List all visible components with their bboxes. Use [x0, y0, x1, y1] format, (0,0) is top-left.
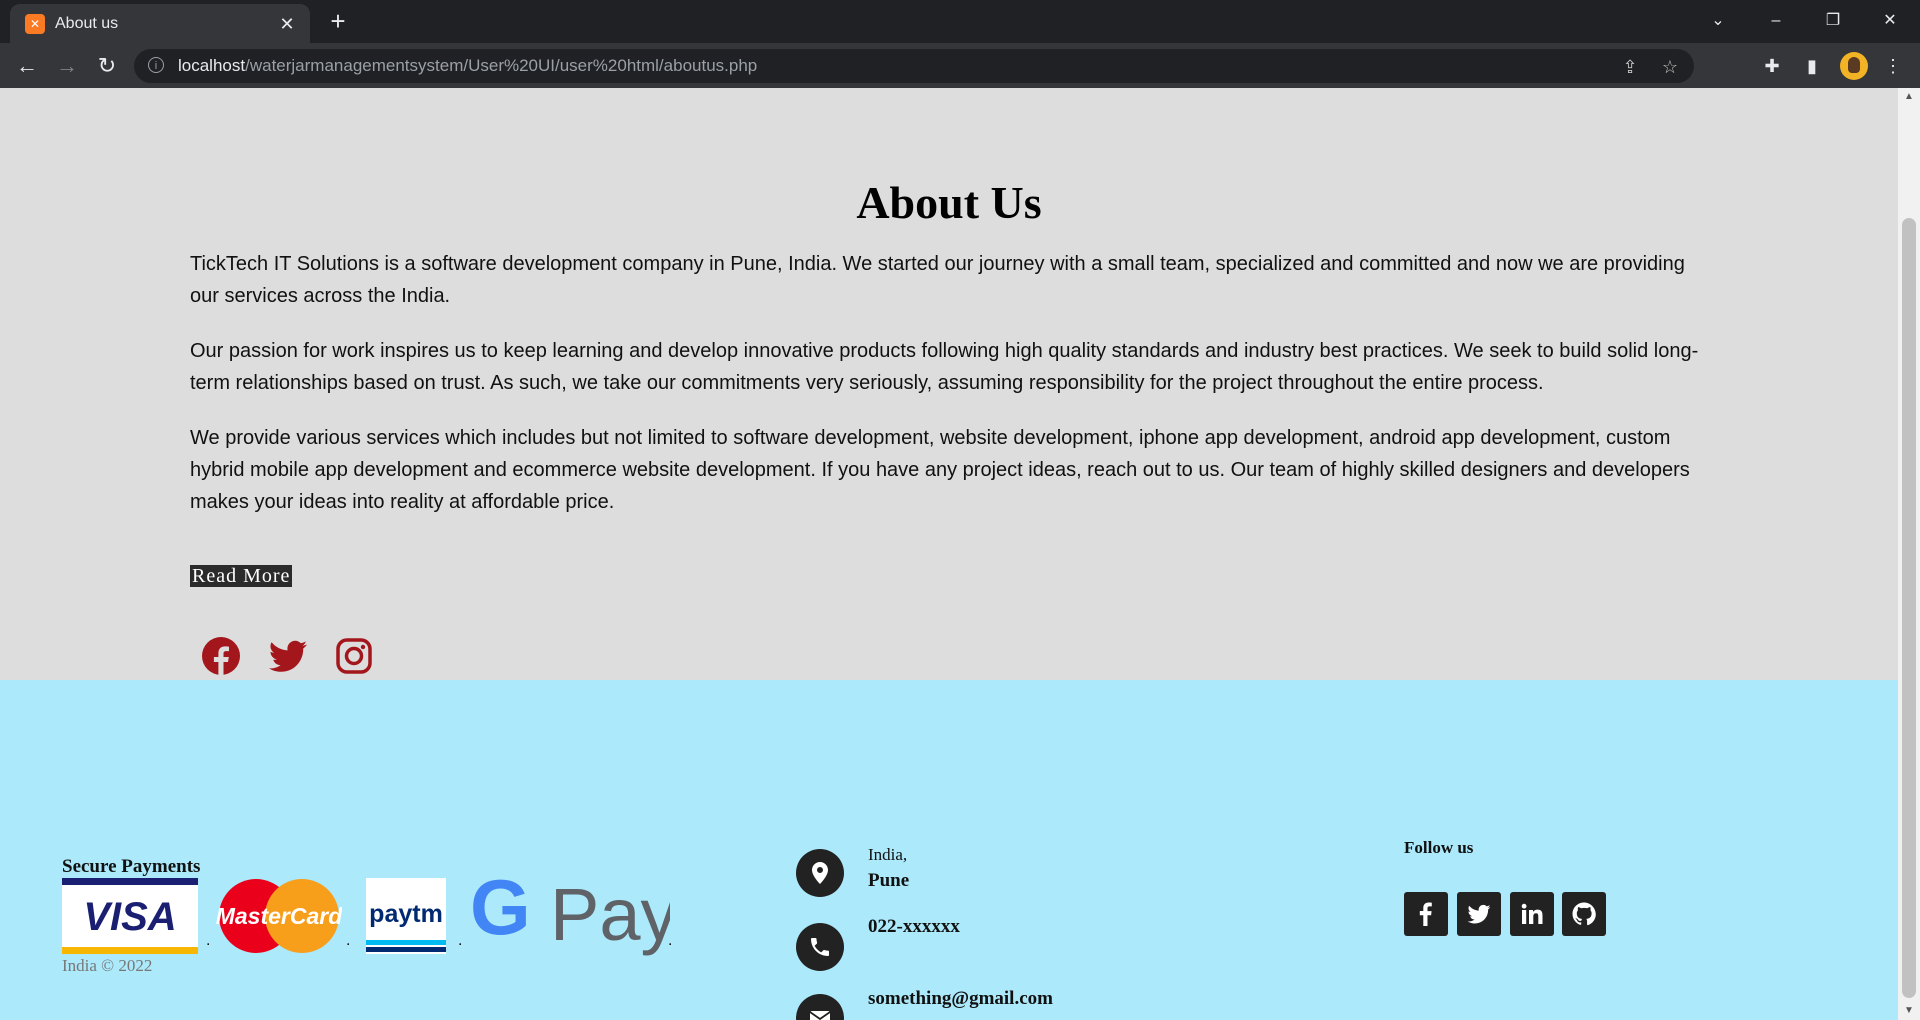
twitter-icon[interactable]	[268, 636, 308, 676]
minimize-icon[interactable]: –	[1758, 6, 1794, 36]
about-paragraph: TickTech IT Solutions is a software deve…	[190, 253, 1685, 307]
restore-icon[interactable]: ❐	[1815, 6, 1851, 36]
forward-icon[interactable]: →	[52, 51, 82, 81]
paytm-logo: paytm	[366, 878, 446, 954]
new-tab-icon[interactable]: +	[325, 8, 351, 34]
visa-text: VISA	[83, 895, 176, 939]
separator-dot: .	[458, 932, 463, 949]
about-paragraph: We provide various services which includ…	[190, 427, 1690, 513]
close-window-icon[interactable]: ✕	[1872, 6, 1908, 36]
address-bar[interactable]: i localhost/waterjarmanagementsystem/Use…	[134, 49, 1694, 83]
linkedin-icon[interactable]	[1510, 892, 1554, 936]
instagram-icon[interactable]	[334, 636, 374, 676]
address-country: India,	[868, 845, 908, 864]
page-title: About Us	[856, 177, 1042, 228]
page-viewport: About Us TickTech IT Solutions is a soft…	[0, 88, 1898, 1020]
about-paragraph: Our passion for work inspires us to keep…	[190, 340, 1699, 394]
twitter-icon[interactable]	[1457, 892, 1501, 936]
site-footer: Secure Payments VISA . MasterCard . payt…	[0, 680, 1898, 1020]
side-panel-icon[interactable]: ▮	[1797, 51, 1827, 81]
reload-icon[interactable]: ↻	[92, 51, 122, 81]
scrollbar-thumb[interactable]	[1902, 218, 1916, 998]
mastercard-logo: MasterCard	[216, 879, 342, 953]
tab-close-icon[interactable]: ✕	[276, 13, 298, 35]
scroll-down-arrow-icon[interactable]: ▼	[1898, 1002, 1920, 1020]
bookmark-star-icon[interactable]: ☆	[1658, 55, 1682, 79]
separator-dot: .	[206, 932, 211, 949]
paytm-text: paytm	[369, 900, 443, 928]
google-g-text: G	[470, 874, 531, 951]
browser-tab[interactable]: ✕ About us ✕	[10, 4, 310, 43]
visa-logo: VISA	[62, 878, 198, 954]
tab-title: About us	[55, 15, 119, 32]
phone-icon	[796, 923, 844, 971]
about-section: About Us TickTech IT Solutions is a soft…	[0, 88, 1898, 680]
back-icon[interactable]: ←	[12, 51, 42, 81]
extensions-icon[interactable]: ✚	[1757, 51, 1787, 81]
email-address[interactable]: something@gmail.com	[868, 988, 1053, 1010]
pay-text: Pay	[550, 874, 670, 956]
copyright-text: India © 2022	[62, 956, 153, 975]
phone-number: 022-xxxxxx	[868, 916, 960, 937]
google-pay-logo: G Pay	[470, 874, 670, 956]
share-icon[interactable]: ⇪	[1618, 55, 1642, 79]
xampp-favicon-icon: ✕	[25, 14, 45, 34]
github-icon[interactable]	[1562, 892, 1606, 936]
separator-dot: .	[346, 932, 351, 949]
tab-search-chevron-icon[interactable]: ⌄	[1700, 6, 1736, 36]
site-info-icon[interactable]: i	[148, 57, 164, 73]
follow-us-title: Follow us	[1404, 838, 1474, 857]
map-marker-icon	[796, 849, 844, 897]
facebook-icon[interactable]	[201, 636, 241, 676]
page-scrollbar[interactable]: ▲ ▼	[1898, 88, 1920, 1020]
scroll-up-arrow-icon[interactable]: ▲	[1898, 88, 1920, 106]
mastercard-text: MasterCard	[216, 903, 342, 929]
separator-dot: .	[668, 932, 673, 949]
envelope-icon	[796, 994, 844, 1020]
menu-kebab-icon[interactable]: ⋮	[1878, 51, 1908, 81]
secure-payments-title: Secure Payments	[62, 856, 201, 877]
address-city: Pune	[868, 870, 910, 891]
facebook-icon[interactable]	[1404, 892, 1448, 936]
browser-tabstrip: ✕ About us ✕ + ⌄ – ❐ ✕	[0, 0, 1920, 43]
profile-avatar[interactable]	[1840, 52, 1868, 80]
about-text: TickTech IT Solutions is a software deve…	[190, 248, 1710, 541]
read-more-button[interactable]: Read More	[190, 565, 293, 587]
url-text[interactable]: localhost/waterjarmanagementsystem/User%…	[178, 56, 757, 76]
browser-toolbar: ← → ↻ i localhost/waterjarmanagementsyst…	[0, 43, 1920, 88]
